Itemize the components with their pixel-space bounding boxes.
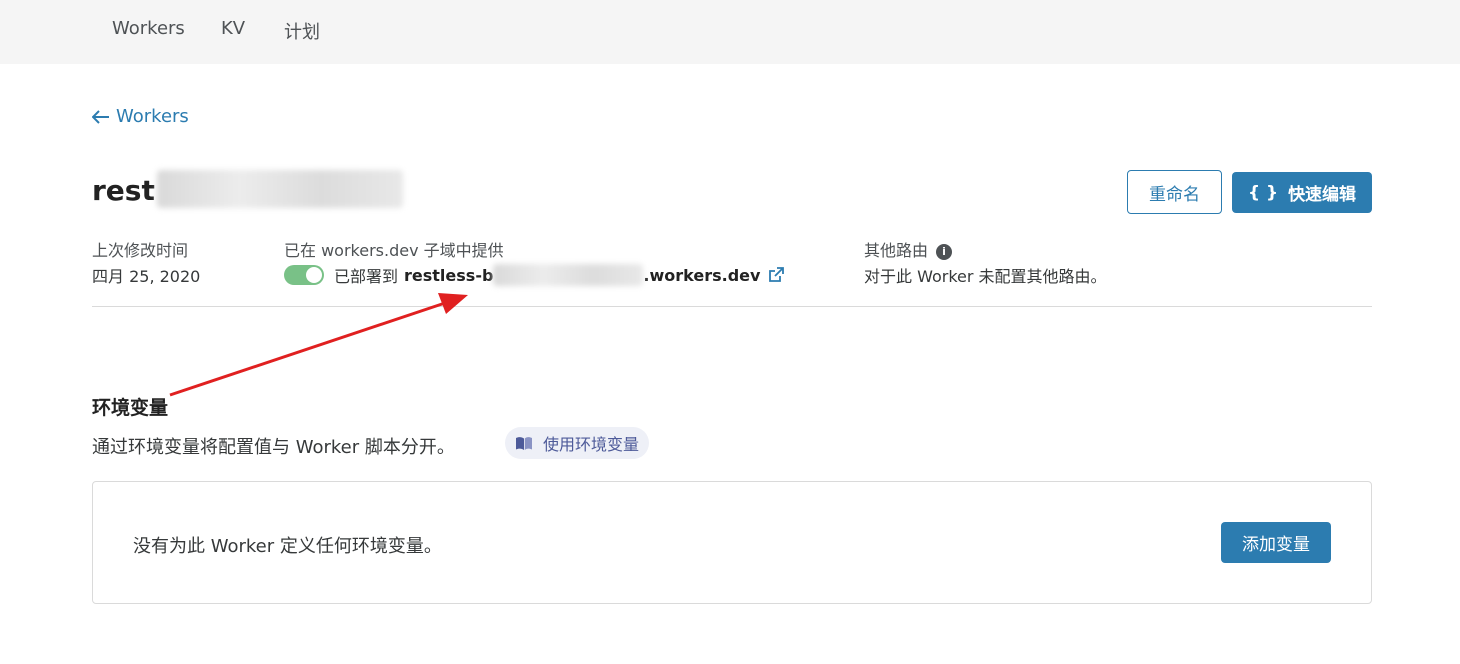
book-icon: [516, 436, 532, 450]
arrow-left-icon: [92, 109, 109, 124]
info-icon[interactable]: i: [936, 243, 953, 260]
env-docs-link-label: 使用环境变量: [543, 435, 640, 454]
quick-edit-button-label: 快速编辑: [1288, 185, 1357, 205]
tab-kv[interactable]: KV: [221, 18, 245, 39]
code-braces-icon: { }: [1247, 182, 1279, 203]
routes-label-wrap: 其他路由 i: [864, 237, 953, 261]
env-section-title: 环境变量: [92, 397, 169, 419]
page-title: rest: [92, 170, 403, 208]
divider: [92, 306, 1372, 307]
subdomain-toggle[interactable]: [284, 265, 324, 285]
back-link[interactable]: Workers: [92, 106, 189, 127]
back-link-label: Workers: [116, 106, 189, 127]
routes-value: 对于此 Worker 未配置其他路由。: [864, 267, 1107, 286]
env-empty-text: 没有为此 Worker 定义任何环境变量。: [133, 536, 442, 557]
redacted-name-blur: [156, 170, 403, 208]
rename-button[interactable]: 重命名: [1127, 170, 1222, 214]
external-link-icon[interactable]: [768, 267, 785, 283]
subdomain-value: 已部署到 restless-b .workers.dev: [284, 263, 785, 287]
env-docs-link[interactable]: 使用环境变量: [505, 427, 650, 459]
tab-workers[interactable]: Workers: [112, 18, 185, 39]
worker-name: rest: [92, 174, 155, 207]
redacted-url-blur: [493, 264, 644, 286]
env-section-description: 通过环境变量将配置值与 Worker 脚本分开。: [92, 437, 455, 458]
tab-plans[interactable]: 计划: [284, 18, 320, 44]
env-variables-card: 没有为此 Worker 定义任何环境变量。 添加变量: [92, 481, 1372, 604]
subdomain-label: 已在 workers.dev 子域中提供: [284, 241, 504, 260]
routes-label: 其他路由: [864, 241, 929, 260]
top-nav: Workers KV 计划: [0, 0, 1460, 64]
modified-label: 上次修改时间: [92, 241, 189, 260]
worker-url-end: .workers.dev: [643, 265, 761, 285]
add-variable-button[interactable]: 添加变量: [1221, 522, 1331, 563]
deployed-prefix: 已部署到: [334, 267, 399, 286]
add-variable-button-label: 添加变量: [1242, 535, 1310, 555]
rename-button-label: 重命名: [1149, 184, 1200, 205]
modified-value: 四月 25, 2020: [92, 267, 201, 286]
worker-url-start: restless-b: [404, 265, 494, 285]
quick-edit-button[interactable]: { } 快速编辑: [1232, 172, 1372, 213]
